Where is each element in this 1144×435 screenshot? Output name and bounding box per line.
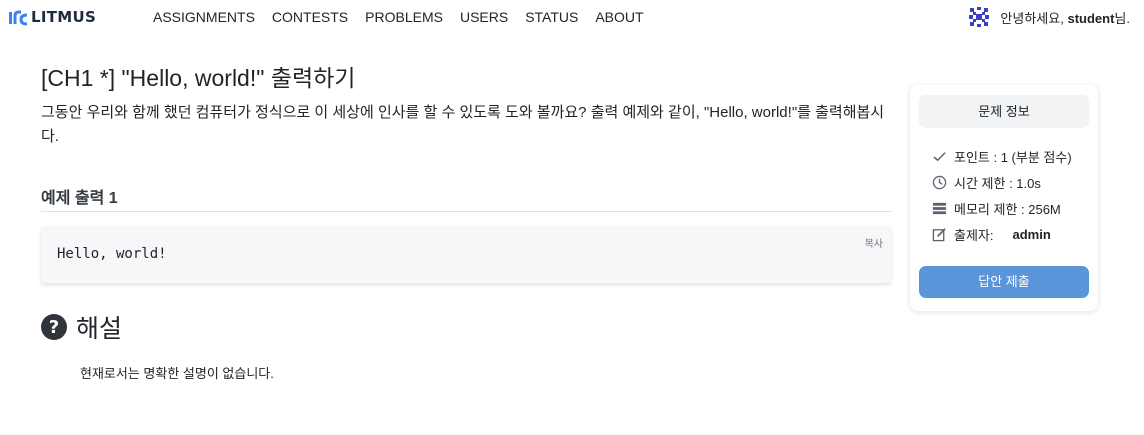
submit-answer-button[interactable]: 답안 제출 [919, 266, 1089, 298]
check-icon [933, 151, 946, 161]
sample-output-text: Hello, world! [57, 246, 167, 262]
edit-icon [932, 227, 946, 241]
top-navbar: LITMUS ASSIGNMENTS CONTESTS PROBLEMS USE… [0, 0, 1144, 36]
problem-description: 그동안 우리와 함께 했던 컴퓨터가 정식으로 이 세상에 인사를 할 수 있도… [41, 104, 885, 145]
info-points: 포인트 : 1 (부분 점수) [932, 143, 1072, 169]
brand-name: LITMUS [31, 8, 97, 26]
info-author: 출제자: admin [932, 221, 1072, 247]
info-time-limit: 시간 제한 : 1.0s [932, 169, 1072, 195]
info-card-title: 문제 정보 [919, 95, 1089, 128]
question-circle-icon: ? [41, 314, 67, 340]
greeting-text: 안녕하세요, student님. [1000, 10, 1130, 26]
user-menu[interactable]: 안녕하세요, student님. [968, 6, 1130, 28]
nav-status[interactable]: STATUS [525, 9, 578, 25]
section-divider [41, 211, 891, 212]
sample-output-title: 예제 출력 1 [41, 190, 118, 207]
problem-title: [CH1 *] "Hello, world!" 출력하기 [41, 65, 356, 91]
clock-icon [932, 175, 947, 189]
hint-title: 해설 [76, 315, 123, 343]
nav-about[interactable]: ABOUT [595, 9, 643, 25]
nav-users[interactable]: USERS [460, 9, 508, 25]
hint-header: ? 해설 [41, 309, 122, 345]
litmus-logo-icon [9, 10, 28, 26]
memory-icon [932, 202, 947, 214]
copy-button[interactable]: 복사 [865, 235, 883, 250]
info-memory-limit: 메모리 제한 : 256M [932, 195, 1072, 221]
info-list: 포인트 : 1 (부분 점수) 시간 제한 : 1.0s 메모리 제한 : 25… [932, 143, 1072, 247]
problem-info-card: 문제 정보 포인트 : 1 (부분 점수) 시간 제한 : 1.0s 메모리 제… [910, 85, 1098, 311]
identicon-avatar [968, 6, 991, 28]
nav-assignments[interactable]: ASSIGNMENTS [153, 9, 255, 25]
hint-text: 현재로서는 명확한 설명이 없습니다. [80, 366, 274, 381]
nav-contests[interactable]: CONTESTS [272, 9, 348, 25]
username: student [1067, 10, 1115, 26]
sample-output-box: 복사 Hello, world! [41, 226, 891, 283]
brand-logo[interactable]: LITMUS [8, 7, 96, 27]
nav-problems[interactable]: PROBLEMS [365, 9, 443, 25]
author-name[interactable]: admin [1013, 227, 1051, 242]
main-nav: ASSIGNMENTS CONTESTS PROBLEMS USERS STAT… [153, 9, 644, 25]
